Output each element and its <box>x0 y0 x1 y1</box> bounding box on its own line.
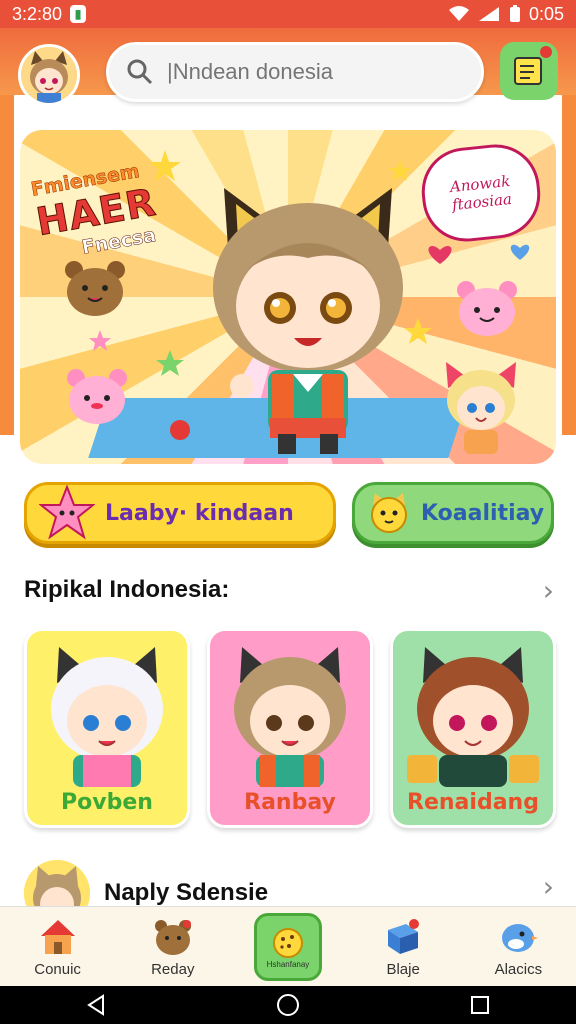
nav-item-alacics[interactable]: Alacics <box>468 917 568 978</box>
status-time: 3:2:80 <box>12 3 63 24</box>
character-card-2[interactable]: Ranbay <box>207 628 373 828</box>
house-icon <box>40 919 75 954</box>
cat-girl-mascot-icon <box>213 188 403 454</box>
home-circle-icon[interactable] <box>276 993 300 1017</box>
avatar-girl-icon <box>21 47 77 103</box>
quick-button-1[interactable]: Laaby· kindaan <box>24 482 336 544</box>
character-card-1[interactable]: Povben <box>24 628 190 828</box>
wifi-icon <box>448 6 469 21</box>
quick-button-2[interactable]: Koaalitiay <box>352 482 554 544</box>
cat-face-icon <box>371 493 407 533</box>
card-1-label: Povben <box>61 790 153 815</box>
profile-avatar[interactable] <box>18 44 80 106</box>
search-icon <box>127 59 153 85</box>
nav-label-center: Hshanfanay <box>266 959 310 969</box>
nav-item-center[interactable]: Hshanfanay <box>238 913 338 981</box>
redhead-cat-girl-icon <box>407 647 539 787</box>
bird-icon <box>502 923 539 952</box>
status-clock: 0:05 <box>528 3 564 24</box>
status-bar: 3:2:80 ▮ 0:05 <box>0 0 576 28</box>
brown-bear-icon <box>65 261 125 316</box>
nav-item-blaje[interactable]: Blaje <box>353 917 453 978</box>
signal-icon <box>478 7 499 21</box>
nav-center-button[interactable]: Hshanfanay <box>253 913 322 981</box>
back-icon[interactable] <box>85 994 107 1016</box>
cookie-icon <box>272 927 303 958</box>
card-3-label: Renaidang <box>407 790 539 815</box>
chevron-right-icon[interactable]: › <box>543 574 554 607</box>
speech-bubble: Anowak ftaosiaa <box>417 140 545 246</box>
sticky-note-icon <box>514 57 542 85</box>
quick-button-2-label: Koaalitiay <box>421 500 545 526</box>
card-2-label: Ranbay <box>244 790 336 815</box>
nav-label-blaje: Blaje <box>386 960 420 978</box>
character-card-3[interactable]: Renaidang <box>390 628 556 828</box>
notes-button[interactable] <box>500 42 558 100</box>
star-bear-icon <box>39 485 95 540</box>
list-item-title: Naply Sdensie <box>104 879 269 906</box>
pink-bear-left-icon <box>67 369 127 424</box>
banner-title: Fmiensem HAER Fnecsa <box>29 158 163 266</box>
search-input[interactable] <box>165 58 469 86</box>
nav-label-reday: Reday <box>151 960 195 978</box>
bear-icon <box>154 919 191 955</box>
recents-icon[interactable] <box>469 994 491 1016</box>
system-nav-bar <box>0 986 576 1024</box>
small-cat-girl-icon <box>446 362 516 454</box>
nav-item-reday[interactable]: Reday <box>123 917 223 978</box>
battery-icon <box>509 5 520 22</box>
chevron-right-icon-2[interactable]: › <box>543 870 554 903</box>
nav-label-alacics: Alacics <box>494 960 543 978</box>
notification-dot <box>540 46 552 58</box>
section-title: Ripikal Indonesia: <box>24 576 230 603</box>
promo-banner[interactable]: Fmiensem HAER Fnecsa Anowak ftaosiaa <box>20 130 556 464</box>
nav-item-home[interactable]: Conuic <box>8 917 108 978</box>
white-hair-girl-icon <box>51 647 163 787</box>
search-bar[interactable] <box>106 42 484 102</box>
nav-label-home: Conuic <box>34 960 81 978</box>
pink-bear-right-icon <box>457 281 517 336</box>
quick-button-1-label: Laaby· kindaan <box>105 500 294 526</box>
brown-hair-cat-girl-icon <box>234 647 346 787</box>
shield-icon: ▮ <box>70 5 87 23</box>
gift-box-icon <box>388 918 420 954</box>
bottom-nav: Conuic Reday Hshanfanay Blaje Alacics <box>0 906 576 987</box>
